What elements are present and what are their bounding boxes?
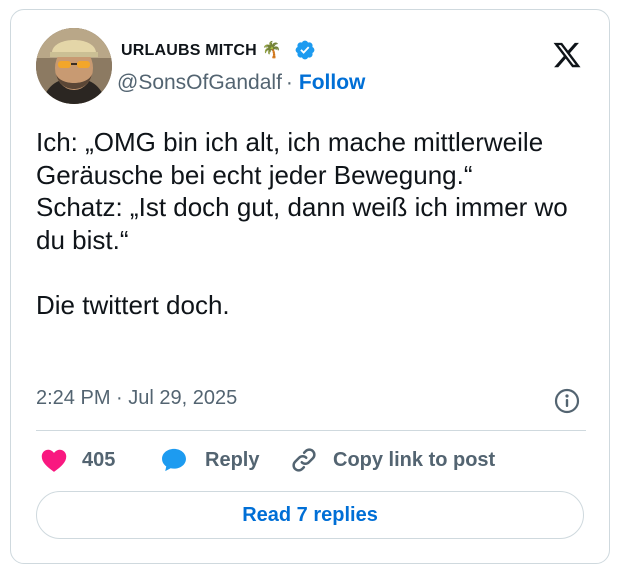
- verified-badge-icon: [295, 40, 315, 60]
- read-replies-label: Read 7 replies: [242, 503, 378, 526]
- tweet-card: URLAUBS MITCH 🌴 @SonsOfGandalf · Follow Ic…: [10, 9, 610, 564]
- heart-icon: [41, 449, 67, 472]
- author-display-name[interactable]: URLAUBS MITCH 🌴: [121, 40, 282, 60]
- like-button[interactable]: 405: [40, 444, 115, 476]
- like-count: 405: [82, 448, 116, 471]
- handle-row: @SonsOfGandalf · Follow: [117, 71, 365, 95]
- reply-button[interactable]: Reply: [159, 444, 259, 476]
- x-logo-icon[interactable]: [551, 40, 583, 70]
- copy-link-label: Copy link to post: [333, 448, 496, 471]
- tweet-text: Ich: „OMG bin ich alt, ich mache mittler…: [36, 127, 568, 320]
- reply-label: Reply: [205, 448, 260, 471]
- copy-link-button[interactable]: Copy link to post: [289, 444, 495, 476]
- link-icon: [292, 448, 316, 472]
- divider: [36, 430, 586, 431]
- read-replies-button[interactable]: Read 7 replies: [36, 491, 584, 539]
- reply-bubble-icon: [162, 448, 186, 472]
- separator-dot: ·: [285, 71, 293, 94]
- follow-link[interactable]: Follow: [299, 71, 366, 94]
- info-icon[interactable]: [553, 387, 581, 415]
- avatar[interactable]: [36, 28, 112, 104]
- author-handle[interactable]: @SonsOfGandalf: [117, 71, 282, 94]
- tweet-timestamp[interactable]: 2:24 PM · Jul 29, 2025: [36, 387, 237, 410]
